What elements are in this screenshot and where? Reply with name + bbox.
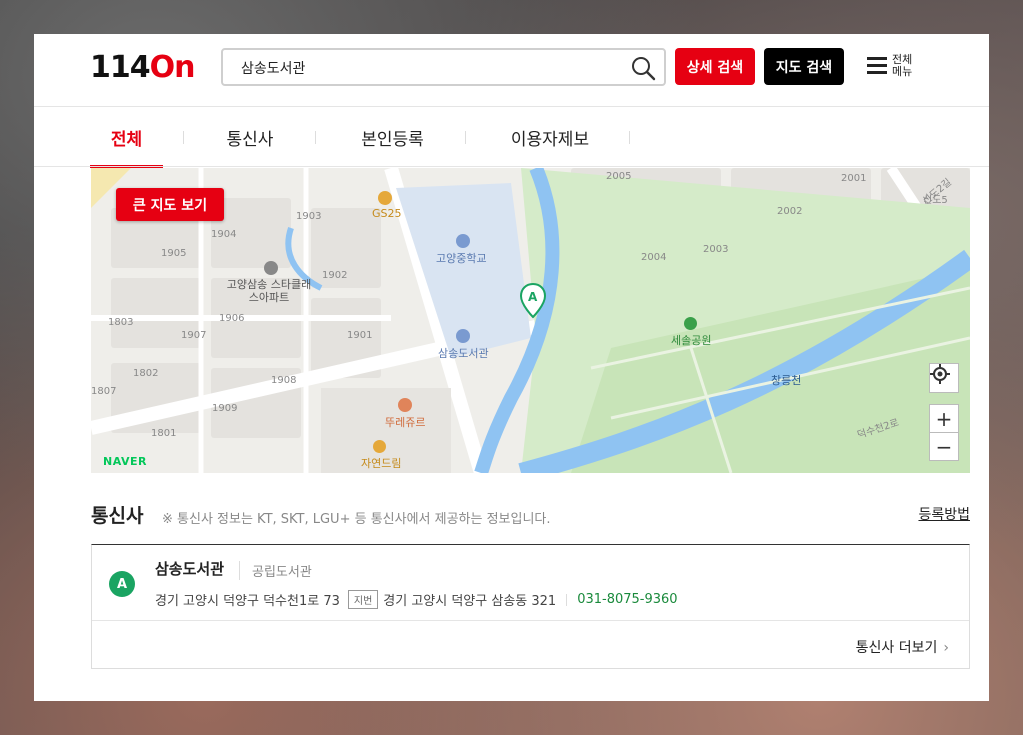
store-icon	[378, 191, 392, 205]
map-label: 1909	[212, 403, 238, 414]
map-label: 신도5	[923, 195, 948, 206]
search-icon[interactable]	[630, 55, 656, 81]
map-label: 2002	[777, 206, 803, 217]
store-icon	[373, 440, 386, 453]
map-label: 2003	[703, 244, 729, 255]
map-label: 1904	[211, 229, 237, 240]
header: 114On 상세 검색 지도 검색 전체 메뉴	[34, 34, 989, 107]
telecom-section-note: ※ 통신사 정보는 KT, SKT, LGU+ 등 통신사에서 제공하는 정보입…	[162, 512, 551, 527]
jibun-address: 경기 고양시 덕양구 삼송동 321	[383, 594, 557, 609]
zoom-out-button[interactable]: −	[929, 432, 959, 461]
result-badge: A	[109, 571, 135, 597]
poi-middle-school-label: 고양중학교	[436, 252, 487, 265]
map-search-button[interactable]: 지도 검색	[764, 48, 844, 85]
telecom-result-card: A 삼송도서관 공립도서관 경기 고양시 덕양구 덕수천1로 73 지번 경기 …	[91, 544, 970, 669]
tab-user-report[interactable]: 이용자제보	[490, 107, 610, 167]
minus-icon: −	[935, 434, 953, 459]
search-input[interactable]	[241, 57, 621, 79]
poi-gs25[interactable]: GS25	[372, 191, 402, 220]
hamburger-icon	[867, 57, 887, 75]
poi-library[interactable]: 삼송도서관	[438, 329, 489, 361]
map-label: 2001	[841, 173, 867, 184]
poi-middle-school[interactable]: 고양중학교	[436, 234, 487, 266]
result-name[interactable]: 삼송도서관	[155, 558, 224, 579]
current-location-button[interactable]	[929, 363, 959, 393]
big-map-button[interactable]: 큰 지도 보기	[116, 188, 224, 221]
tab-all[interactable]: 전체	[90, 107, 163, 168]
poi-nature-label: 자연드림	[361, 457, 402, 470]
map-label: 1801	[151, 428, 177, 439]
location-target-icon	[930, 364, 950, 384]
map-marker-label: A	[528, 290, 538, 304]
map-label: 1902	[322, 270, 348, 281]
jibun-tag: 지번	[347, 590, 379, 609]
tab-telecom[interactable]: 통신사	[210, 107, 290, 167]
poi-park-label: 세솔공원	[671, 334, 712, 347]
park-icon	[684, 317, 697, 330]
map-label: 2005	[606, 171, 632, 182]
tab-separator	[315, 131, 316, 144]
tab-self-register[interactable]: 본인등록	[345, 107, 440, 167]
telecom-more-label: 통신사 더보기	[855, 640, 938, 656]
map-label: 1908	[271, 375, 297, 386]
tab-separator	[183, 131, 184, 144]
tab-bar: 전체 통신사 본인등록 이용자제보	[90, 107, 970, 168]
register-method-link[interactable]: 등록방법	[918, 504, 970, 524]
map-label: 1905	[161, 248, 187, 259]
poi-stream: 창릉천	[771, 374, 802, 387]
plus-icon: +	[935, 407, 953, 431]
list-item[interactable]: A 삼송도서관 공립도서관 경기 고양시 덕양구 덕수천1로 73 지번 경기 …	[92, 545, 969, 621]
poi-gs25-label: GS25	[372, 207, 402, 220]
all-menu-label: 전체 메뉴	[892, 53, 913, 78]
road-address: 경기 고양시 덕양구 덕수천1로 73	[155, 594, 340, 609]
poi-apartment[interactable]: 고양삼송 스타클래스아파트	[224, 261, 314, 304]
page-frame: 114On 상세 검색 지도 검색 전체 메뉴 전체 통신사 본인등록 이용자제…	[34, 34, 989, 701]
poi-restaurant-label: 뚜레쥬르	[385, 416, 426, 429]
map-label: 1906	[219, 313, 245, 324]
map-label: 1807	[91, 386, 117, 397]
all-menu-button[interactable]: 전체 메뉴	[867, 54, 927, 84]
restaurant-icon	[398, 398, 412, 412]
telecom-section-title: 통신사	[91, 505, 144, 527]
poi-apartment-label: 고양삼송 스타클래스아파트	[226, 278, 312, 304]
map-label: 1802	[133, 368, 159, 379]
map-label: 1901	[347, 330, 373, 341]
telecom-more-link[interactable]: 통신사 더보기 ›	[856, 637, 949, 657]
tab-separator	[629, 131, 630, 144]
result-address-line: 경기 고양시 덕양구 덕수천1로 73 지번 경기 고양시 덕양구 삼송동 32…	[155, 590, 678, 609]
tab-separator	[465, 131, 466, 144]
phone-number[interactable]: 031-8075-9360	[577, 592, 677, 607]
logo-on: On	[149, 50, 196, 85]
tabs-divider	[34, 166, 989, 167]
map[interactable]: 2005 2001 2002 2003 2004 1903 1904 1905 …	[91, 168, 970, 473]
detail-search-button[interactable]: 상세 검색	[675, 48, 755, 85]
chevron-right-icon: ›	[943, 640, 949, 656]
result-category: 공립도서관	[239, 561, 312, 580]
poi-restaurant[interactable]: 뚜레쥬르	[385, 398, 426, 430]
divider	[566, 593, 568, 606]
map-label: 2004	[641, 252, 667, 263]
search-box	[221, 48, 666, 86]
poi-park[interactable]: 세솔공원	[671, 317, 712, 348]
poi-nature[interactable]: 자연드림	[361, 440, 402, 471]
library-icon	[456, 329, 470, 343]
map-label: 1903	[296, 211, 322, 222]
map-label: 1907	[181, 330, 207, 341]
logo[interactable]: 114On	[90, 50, 195, 85]
zoom-in-button[interactable]: +	[929, 404, 959, 433]
naver-logo: NAVER	[103, 455, 147, 468]
logo-number: 114	[90, 50, 151, 85]
map-label: 1803	[108, 317, 134, 328]
school-icon	[456, 234, 470, 248]
poi-library-label: 삼송도서관	[438, 347, 489, 360]
apartment-icon	[264, 261, 278, 275]
